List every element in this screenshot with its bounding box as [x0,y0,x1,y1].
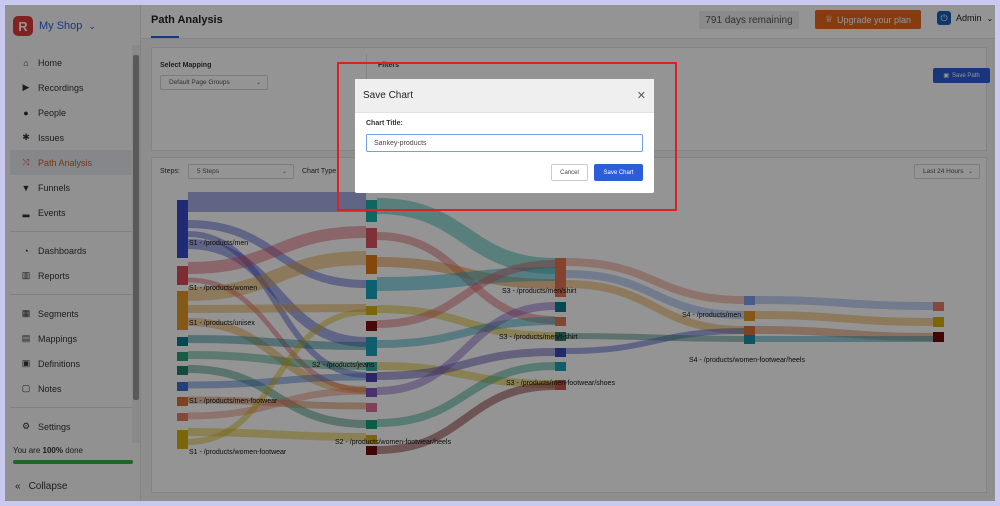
close-icon[interactable]: ✕ [637,89,646,102]
cancel-button[interactable]: Cancel [551,164,588,181]
app-window: R My Shop ⌄ ⌂ Home ▶ Recordings ● People ✱ I… [5,5,995,501]
save-chart-button[interactable]: Save Chart [594,164,643,181]
chart-title-input[interactable] [366,134,643,152]
chart-title-label: Chart Title: [366,120,403,127]
modal-header: Save Chart ✕ [355,79,654,113]
modal-title: Save Chart [363,90,414,101]
save-chart-modal: Save Chart ✕ Chart Title: Cancel Save Ch… [355,79,654,193]
